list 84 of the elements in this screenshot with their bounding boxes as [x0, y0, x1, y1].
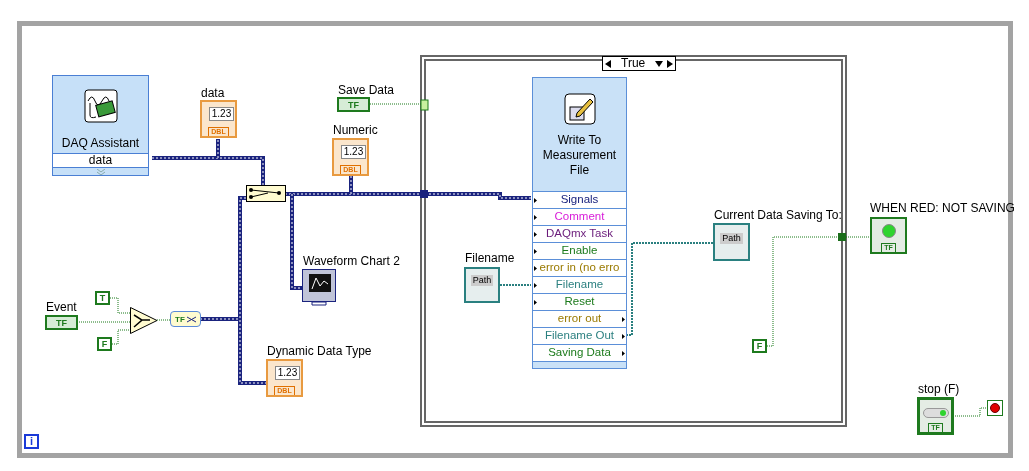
dropdown-arrow-icon[interactable] [655, 60, 664, 67]
express-vi-node[interactable]: Write To Measurement File Signals Comment DAQmx Task Enable error in (no erro Filename Reset error out Filename Out Saving Data [532, 77, 627, 369]
case-selector[interactable]: True [602, 56, 677, 71]
wire-tunnel [420, 190, 428, 198]
node-label: Dynamic Data Type [267, 344, 372, 358]
swap-icon [186, 315, 196, 323]
node-title: Write To Measurement File [541, 133, 618, 178]
boolean-constant[interactable]: F [752, 339, 767, 353]
path-indicator[interactable]: Path [713, 223, 750, 261]
output-terminal[interactable]: data [53, 153, 148, 169]
node-label: WHEN RED: NOT SAVING [870, 201, 1015, 215]
terminal-label: Reset [564, 294, 595, 310]
wire [499, 284, 532, 286]
output-arrow-icon [622, 351, 625, 356]
node-title: DAQ Assistant [60, 136, 141, 151]
terminal-label: DAQmx Task [546, 226, 613, 242]
wire [156, 319, 171, 321]
input-arrow-icon [534, 249, 537, 254]
terminal-label: Filename [555, 277, 604, 293]
node-label: Current Data Saving To: [714, 208, 842, 222]
case-value: True [620, 57, 647, 70]
terminal-row[interactable]: Filename Out [533, 327, 626, 344]
terminal-row[interactable]: Reset [533, 293, 626, 310]
terminal-row[interactable]: error out [533, 310, 626, 327]
iteration-terminal[interactable]: i [24, 434, 39, 449]
terminal-row[interactable]: Comment [533, 208, 626, 225]
express-vi-node[interactable]: DAQ Assistant data [52, 75, 149, 176]
wire [76, 321, 131, 323]
loop-condition-icon[interactable] [987, 400, 1003, 416]
terminal-label: Saving Data [548, 345, 611, 361]
input-arrow-icon [534, 215, 537, 220]
switch-icon [922, 408, 949, 418]
select-function-icon[interactable] [130, 307, 158, 334]
wire-tunnel [838, 233, 846, 241]
terminal-row[interactable]: DAQmx Task [533, 225, 626, 242]
chart-terminal-icon[interactable] [302, 269, 336, 306]
terminal-label: Comment [554, 209, 605, 225]
node-label: stop (F) [918, 382, 960, 396]
conversion-node[interactable]: TF [170, 311, 201, 327]
file-pencil-icon [563, 93, 596, 125]
value-display: 1.23 [340, 145, 367, 159]
boolean-constant[interactable]: F [97, 337, 112, 351]
path-display: Path [720, 233, 743, 244]
boolean-constant[interactable]: T [95, 291, 110, 305]
path-display: Path [470, 275, 494, 286]
value-display: 1.23 [208, 107, 235, 121]
input-arrow-icon [534, 283, 537, 288]
node-label: Waveform Chart 2 [303, 254, 400, 268]
terminal-label: Enable [561, 243, 598, 259]
node-label: Filename [465, 251, 515, 265]
input-arrow-icon [534, 300, 537, 305]
path-control[interactable]: Path [464, 267, 500, 303]
value-display: 1.23 [274, 366, 301, 380]
terminal-label: error in (no erro [539, 260, 620, 276]
terminal-row[interactable]: Enable [533, 242, 626, 259]
input-arrow-icon [534, 266, 537, 271]
output-arrow-icon [622, 334, 625, 339]
terminal-row[interactable]: Signals [533, 191, 626, 208]
terminal-row[interactable]: Saving Data [533, 344, 626, 361]
terminal-row[interactable]: error in (no erro [533, 259, 626, 276]
wire [111, 329, 131, 345]
wire [369, 103, 422, 105]
output-arrow-icon [622, 317, 625, 322]
boolean-control[interactable]: TF [337, 97, 370, 112]
left-arrow-icon[interactable] [605, 59, 611, 68]
terminal-row[interactable]: Filename [533, 276, 626, 293]
right-arrow-icon[interactable] [667, 59, 674, 68]
case-selector-terminal [420, 99, 429, 111]
input-arrow-icon [534, 198, 537, 203]
terminal-label: Filename Out [545, 328, 614, 344]
data-switch-icon[interactable] [246, 185, 286, 202]
terminal-label: error out [557, 311, 602, 327]
wire [952, 407, 988, 417]
node-label: Numeric [333, 123, 378, 137]
node-label: data [201, 86, 225, 100]
node-label: Event [46, 300, 77, 314]
daq-card-icon [83, 89, 118, 124]
boolean-control[interactable]: TF [45, 315, 78, 330]
input-arrow-icon [534, 232, 537, 237]
terminal-label: Signals [560, 192, 599, 208]
wire [845, 236, 871, 238]
node-label: Save Data [338, 83, 395, 97]
wire [109, 297, 131, 314]
node-glyph: TF [175, 314, 185, 324]
